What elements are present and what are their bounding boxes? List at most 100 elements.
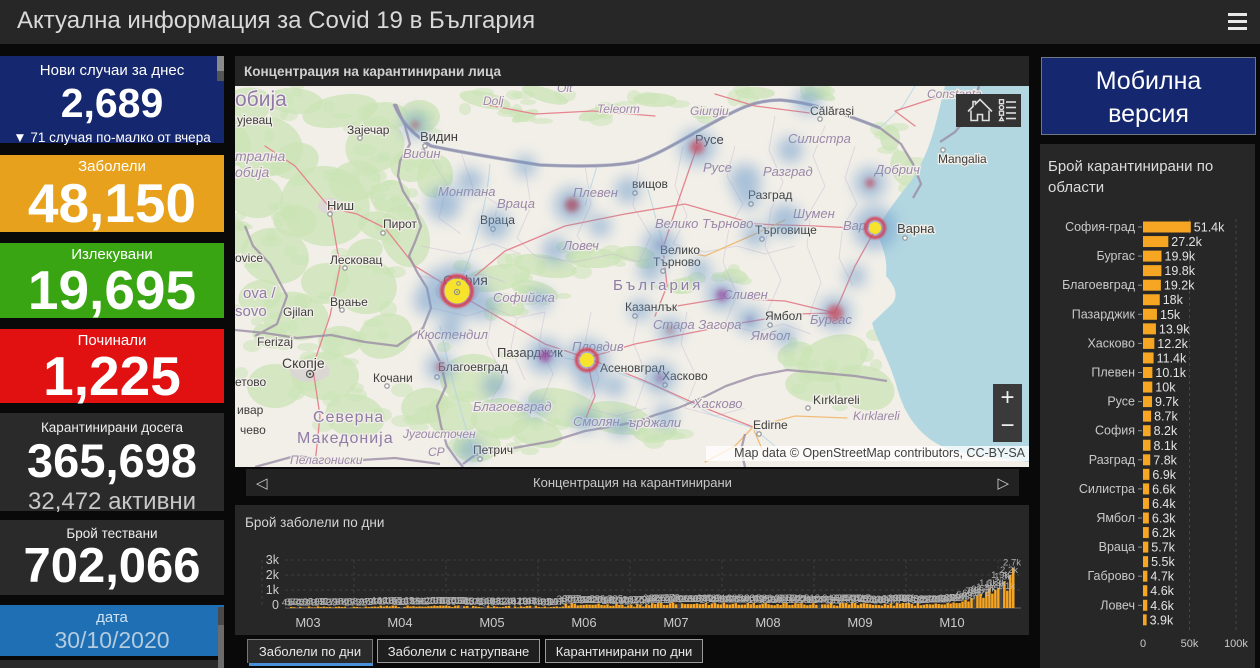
- svg-text:5.5k: 5.5k: [1151, 555, 1175, 569]
- svg-text:Лесковац: Лесковац: [330, 253, 383, 267]
- svg-text:Скопје: Скопје: [282, 355, 325, 371]
- svg-text:Хасково: Хасково: [1087, 336, 1135, 350]
- svg-text:София: София: [1095, 424, 1135, 438]
- svg-text:2k: 2k: [266, 568, 280, 582]
- svg-text:0: 0: [272, 598, 279, 612]
- svg-text:Ferizaj: Ferizaj: [257, 335, 293, 349]
- svg-text:6.9k: 6.9k: [1152, 468, 1176, 482]
- svg-text:Русе: Русе: [1107, 395, 1135, 409]
- svg-text:Видин: Видин: [403, 146, 440, 161]
- svg-text:50k: 50k: [1181, 638, 1199, 650]
- svg-text:Разград: Разград: [763, 164, 813, 179]
- svg-text:Врање: Врање: [330, 295, 368, 309]
- svg-text:Teleorm: Teleorm: [597, 102, 640, 116]
- svg-text:19.2k: 19.2k: [1164, 279, 1195, 293]
- svg-text:51.4k: 51.4k: [1194, 221, 1225, 235]
- svg-text:8.7k: 8.7k: [1154, 410, 1178, 424]
- svg-text:7.8k: 7.8k: [1153, 453, 1177, 467]
- svg-text:Edirne: Edirne: [753, 418, 788, 432]
- svg-text:Велико Търново: Велико Търново: [655, 216, 753, 231]
- svg-text:10.1k: 10.1k: [1155, 366, 1186, 380]
- svg-text:Пазарджик: Пазарджик: [1072, 307, 1136, 321]
- svg-text:Враца: Враца: [497, 196, 535, 211]
- svg-text:етово: етово: [235, 375, 267, 389]
- svg-text:Kırklareli: Kırklareli: [853, 409, 900, 423]
- svg-text:18k: 18k: [1163, 293, 1184, 307]
- svg-text:3.9k: 3.9k: [1150, 613, 1174, 627]
- svg-text:8.2k: 8.2k: [1154, 424, 1178, 438]
- svg-text:Варна: Варна: [897, 221, 935, 236]
- svg-text:4.7k: 4.7k: [1150, 570, 1174, 584]
- svg-text:15k: 15k: [1160, 308, 1181, 322]
- svg-text:19.9k: 19.9k: [1165, 250, 1196, 264]
- svg-text:0: 0: [1140, 638, 1146, 650]
- svg-text:Југоисточен: Југоисточен: [402, 427, 476, 441]
- svg-text:4.6k: 4.6k: [1150, 599, 1174, 613]
- svg-text:България: България: [613, 277, 703, 294]
- svg-text:6.6k: 6.6k: [1152, 482, 1176, 496]
- svg-text:10k: 10k: [1155, 381, 1176, 395]
- svg-text:1.1k: 1.1k: [997, 581, 1015, 592]
- svg-text:6.3k: 6.3k: [1152, 512, 1176, 526]
- svg-text:Македонија: Македонија: [297, 430, 394, 447]
- svg-text:Mangalia: Mangalia: [938, 152, 987, 166]
- svg-text:M10: M10: [939, 615, 964, 630]
- svg-text:9.7k: 9.7k: [1155, 395, 1179, 409]
- svg-text:Ниш: Ниш: [327, 198, 354, 213]
- svg-text:Силистра: Силистра: [1079, 482, 1135, 496]
- svg-text:6.4k: 6.4k: [1152, 497, 1176, 511]
- svg-text:6.2k: 6.2k: [1152, 526, 1176, 540]
- svg-text:чево: чево: [240, 423, 266, 437]
- svg-text:5.7k: 5.7k: [1151, 541, 1175, 555]
- svg-text:1k: 1k: [266, 583, 280, 597]
- svg-text:12.2k: 12.2k: [1157, 337, 1188, 351]
- svg-text:Хасково: Хасково: [692, 396, 743, 411]
- svg-text:Ловеч: Ловеч: [1100, 598, 1135, 612]
- svg-text:Dolj: Dolj: [483, 94, 504, 108]
- svg-text:8.1k: 8.1k: [1154, 439, 1178, 453]
- svg-text:3k: 3k: [266, 553, 280, 567]
- svg-text:13.9k: 13.9k: [1159, 322, 1190, 336]
- svg-text:Giurgiu: Giurgiu: [690, 104, 729, 118]
- svg-text:обија: обија: [235, 164, 270, 180]
- svg-text:Габрово: Габрово: [1087, 569, 1135, 583]
- svg-text:ovice: ovice: [235, 251, 263, 265]
- svg-text:Русе: Русе: [703, 160, 732, 175]
- svg-text:M05: M05: [479, 615, 504, 630]
- svg-text:Ямбол: Ямбол: [1096, 511, 1135, 525]
- svg-text:Враца: Враца: [1099, 540, 1135, 554]
- svg-text:M08: M08: [755, 615, 780, 630]
- svg-text:Пелагониски: Пелагониски: [290, 453, 363, 467]
- svg-text:Gjilan: Gjilan: [283, 305, 314, 319]
- svg-text:19.8k: 19.8k: [1164, 264, 1195, 278]
- svg-text:ova /: ova /: [243, 285, 276, 302]
- svg-text:Бургас: Бургас: [1097, 249, 1135, 263]
- svg-text:Kırklareli: Kırklareli: [813, 393, 860, 407]
- svg-text:ивар: ивар: [237, 403, 264, 417]
- svg-text:27.2k: 27.2k: [1171, 235, 1202, 249]
- svg-text:Ямбол: Ямбол: [765, 309, 802, 323]
- svg-text:обија: обија: [235, 88, 287, 111]
- svg-text:Разград: Разград: [1089, 453, 1136, 467]
- svg-text:ујевац: ујевац: [237, 113, 272, 127]
- svg-text:100k: 100k: [1224, 638, 1248, 650]
- svg-text:трална: трална: [235, 148, 286, 164]
- svg-text:Плевен: Плевен: [1091, 366, 1135, 380]
- svg-text:M06: M06: [571, 615, 596, 630]
- svg-text:4.6k: 4.6k: [1150, 584, 1174, 598]
- svg-text:Пирот: Пирот: [383, 217, 417, 231]
- svg-text:Северна: Северна: [313, 409, 384, 426]
- svg-text:sovo: sovo: [235, 303, 267, 320]
- svg-text:2.7k: 2.7k: [1003, 558, 1021, 569]
- svg-text:11.4k: 11.4k: [1157, 352, 1187, 366]
- svg-text:Зајечар: Зајечар: [347, 123, 390, 137]
- svg-text:София-град: София-град: [1065, 220, 1136, 234]
- svg-text:M04: M04: [387, 615, 412, 630]
- svg-text:Кочани: Кочани: [373, 371, 413, 385]
- svg-text:СР: СР: [428, 445, 445, 459]
- svg-text:M07: M07: [663, 615, 688, 630]
- svg-text:Благоевград: Благоевград: [1062, 278, 1136, 292]
- svg-text:M03: M03: [295, 615, 320, 630]
- svg-text:Olt: Olt: [557, 86, 573, 95]
- svg-text:M09: M09: [847, 615, 872, 630]
